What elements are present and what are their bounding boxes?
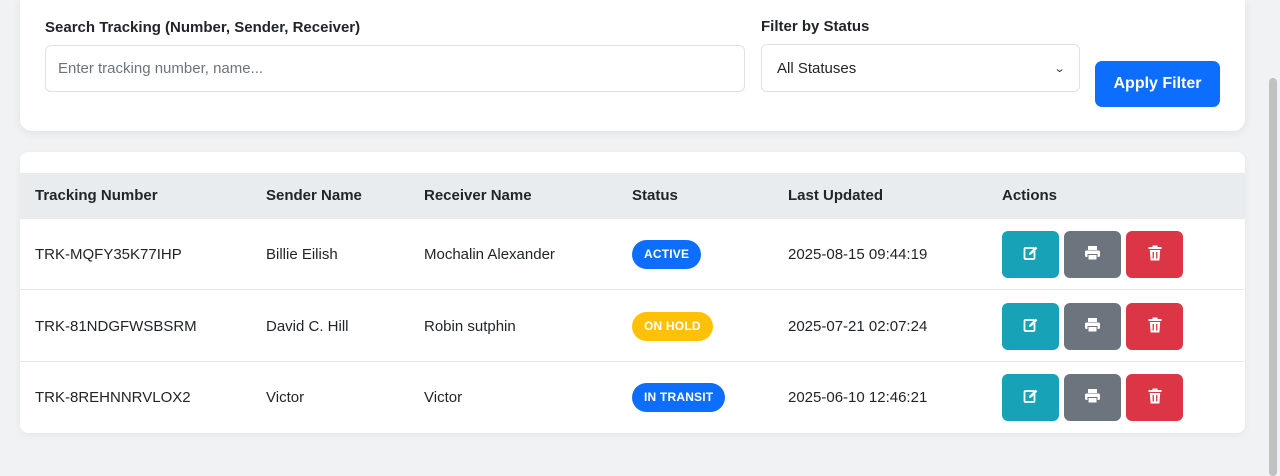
- header-receiver-name: Receiver Name: [424, 187, 532, 204]
- status-filter-value: All Statuses: [777, 59, 857, 77]
- header-last-updated: Last Updated: [788, 187, 884, 204]
- trash-icon: [1148, 245, 1162, 264]
- tracking-table: Tracking Number Sender Name Receiver Nam…: [20, 152, 1245, 433]
- sender-name-cell: Victor: [266, 389, 305, 406]
- print-icon: [1084, 388, 1101, 407]
- print-button[interactable]: [1064, 231, 1121, 278]
- print-icon: [1084, 317, 1101, 336]
- table-row: TRK-81NDGFWSBSRM David C. Hill Robin sut…: [20, 291, 1245, 362]
- table-row: TRK-MQFY35K77IHP Billie Eilish Mochalin …: [20, 219, 1245, 290]
- status-filter-label: Filter by Status: [761, 18, 870, 35]
- last-updated-cell: 2025-08-15 09:44:19: [788, 246, 928, 263]
- receiver-name-cell: Robin sutphin: [424, 317, 516, 335]
- delete-button[interactable]: [1126, 302, 1183, 350]
- sender-name-cell: Billie Eilish: [266, 246, 338, 263]
- trash-icon: [1148, 317, 1162, 336]
- sender-name-cell: David C. Hill: [266, 317, 349, 335]
- status-badge: IN TRANSIT: [632, 383, 726, 412]
- print-icon: [1084, 245, 1101, 264]
- filter-card: Search Tracking (Number, Sender, Receive…: [20, 0, 1245, 131]
- apply-filter-button[interactable]: Apply Filter: [1095, 61, 1220, 107]
- edit-button[interactable]: [1002, 302, 1059, 350]
- search-input[interactable]: [45, 45, 745, 92]
- trash-icon: [1148, 388, 1162, 407]
- edit-button[interactable]: [1002, 231, 1059, 278]
- edit-button[interactable]: [1002, 374, 1059, 421]
- last-updated-cell: 2025-06-10 12:46:21: [788, 389, 928, 406]
- actions-cell: [1002, 362, 1202, 433]
- tracking-number-cell: TRK-8REHNNRVLOX2: [35, 389, 191, 406]
- vertical-scrollbar[interactable]: [1266, 0, 1280, 476]
- actions-cell: [1002, 291, 1202, 362]
- table-header: Tracking Number Sender Name Receiver Nam…: [20, 173, 1245, 219]
- actions-cell: [1002, 219, 1202, 290]
- receiver-name-cell: Victor: [424, 389, 463, 406]
- edit-icon: [1023, 317, 1039, 336]
- edit-icon: [1023, 388, 1039, 407]
- header-sender-name: Sender Name: [266, 187, 362, 204]
- scrollbar-thumb[interactable]: [1269, 78, 1277, 476]
- table-row: TRK-8REHNNRVLOX2 Victor Victor IN TRANSI…: [20, 362, 1245, 433]
- header-tracking-number: Tracking Number: [35, 187, 158, 204]
- tracking-number-cell: TRK-MQFY35K77IHP: [35, 246, 182, 263]
- print-button[interactable]: [1064, 374, 1121, 421]
- search-label: Search Tracking (Number, Sender, Receive…: [45, 19, 361, 36]
- header-actions: Actions: [1002, 187, 1058, 204]
- status-filter-select[interactable]: All Statuses ⌄: [761, 44, 1080, 92]
- status-badge: ACTIVE: [632, 240, 702, 269]
- print-button[interactable]: [1064, 302, 1121, 350]
- chevron-down-icon: ⌄: [1053, 62, 1066, 75]
- edit-icon: [1023, 245, 1039, 264]
- status-badge: ON HOLD: [632, 311, 713, 341]
- last-updated-cell: 2025-07-21 02:07:24: [788, 317, 928, 335]
- receiver-name-cell: Mochalin Alexander: [424, 246, 555, 263]
- header-status: Status: [632, 187, 678, 204]
- delete-button[interactable]: [1126, 231, 1183, 278]
- tracking-number-cell: TRK-81NDGFWSBSRM: [35, 317, 197, 335]
- delete-button[interactable]: [1126, 374, 1183, 421]
